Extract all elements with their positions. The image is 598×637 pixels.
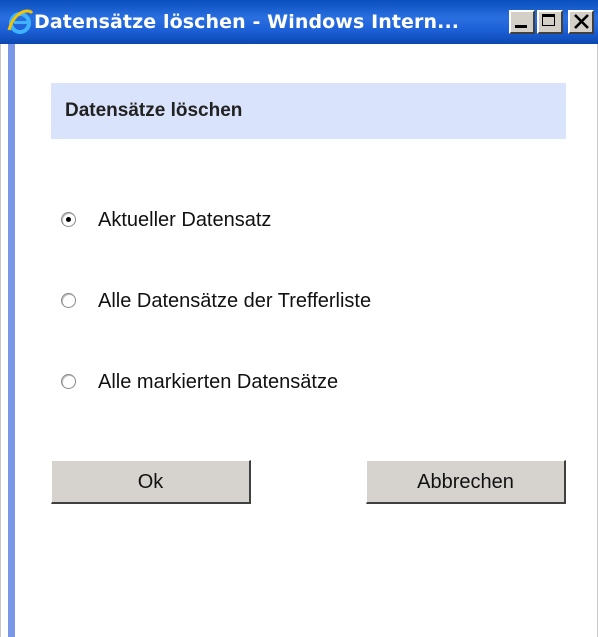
title-bar[interactable]: Datensätze löschen - Windows Intern... [0,0,598,44]
header-panel: Datensätze löschen [51,83,566,139]
option-label[interactable]: Aktueller Datensatz [98,207,271,233]
option-label[interactable]: Alle markierten Datensätze [98,369,338,395]
close-button[interactable] [568,10,594,34]
ok-button[interactable]: Ok [51,460,251,504]
option-label[interactable]: Alle Datensätze der Trefferliste [98,288,371,314]
radio-current-record[interactable] [61,212,76,227]
internet-explorer-icon [6,8,34,36]
left-accent-bar [8,44,15,637]
cancel-button[interactable]: Abbrechen [366,460,566,504]
minimize-button[interactable] [509,10,535,34]
dialog-heading: Datensätze löschen [65,100,243,121]
radio-all-results[interactable] [61,293,76,308]
maximize-button[interactable] [537,10,563,34]
dialog-window: Datensätze löschen - Windows Intern... D… [0,0,598,637]
window-title: Datensätze löschen - Windows Intern... [34,11,460,33]
close-icon [574,14,589,29]
radio-all-marked[interactable] [61,374,76,389]
